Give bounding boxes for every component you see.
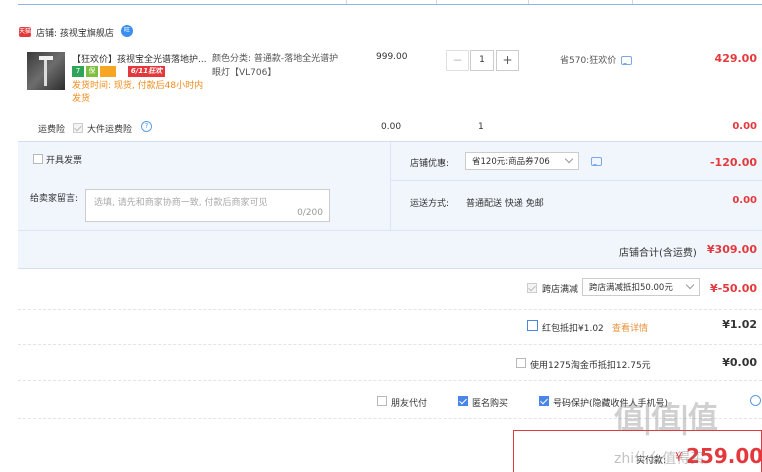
message-counter: 0/200 (297, 208, 323, 218)
coupon-chat-icon[interactable] (591, 157, 602, 166)
product-thumbnail[interactable] (27, 52, 65, 90)
invoice-checkbox[interactable] (33, 154, 43, 164)
plus-button[interactable]: + (496, 50, 519, 71)
coupon-select[interactable]: 省120元:商品券706 (465, 152, 579, 170)
delivery-label: 运送方式: (410, 199, 450, 209)
cross-shop-select[interactable]: 跨店满减抵扣50.00元 (582, 278, 700, 296)
cross-shop-amount: ¥-50.00 (709, 282, 757, 295)
anonymous-label: 匿名购买 (472, 399, 509, 409)
unit-price: 999.00 (376, 52, 408, 62)
number-protect-help-icon[interactable] (750, 395, 761, 406)
panel-divider-bottom (18, 230, 762, 231)
taojinbi-amount: ¥0.00 (722, 356, 757, 369)
insurance-total: 0.00 (732, 121, 757, 132)
quantity-stepper[interactable]: − 1 + (446, 50, 519, 71)
help-icon[interactable]: ? (141, 121, 152, 132)
lamp-head-icon (39, 56, 53, 60)
product-title[interactable]: 【狂欢价】孩视宝全光谱落地护... (72, 52, 208, 65)
insurance-label: 运费险 (38, 125, 66, 135)
tmall-badge: 天猫 (19, 27, 32, 37)
red-packet-checkbox[interactable] (527, 320, 538, 331)
shop-total-amount: ¥309.00 (706, 243, 757, 256)
message-label: 给卖家留言: (30, 194, 79, 204)
anonymous-checkbox[interactable] (458, 396, 468, 406)
shop-name[interactable]: 店铺: 孩视宝旗舰店 (36, 26, 114, 39)
chat-icon[interactable] (621, 56, 632, 65)
row-divider (18, 380, 762, 381)
watermark-site: zhi什么值得买 (614, 451, 705, 467)
panel-divider-horizontal (390, 180, 762, 181)
watermark-logo: 值|值|值 (614, 401, 718, 436)
item-subtotal: 429.00 (714, 52, 757, 65)
panel-divider-vertical (390, 142, 391, 230)
chevron-down-icon (685, 280, 695, 290)
tag-7-icon: 7 (72, 66, 84, 77)
coupon-amount: -120.00 (709, 156, 757, 169)
insurance-option: 大件运费险 (87, 125, 133, 135)
header-col-line (528, 0, 529, 4)
red-packet-label: 红包抵扣¥1.02 (542, 324, 604, 334)
delivery-value: 普通配送 快递 免邮 (466, 199, 544, 209)
shipping-note: 发货时间: 现货, 付款后48小时内发货 (72, 81, 204, 104)
lamp-icon (44, 58, 47, 86)
row-divider (18, 309, 762, 310)
number-protect-checkbox[interactable] (539, 396, 549, 406)
taojinbi-checkbox[interactable] (516, 358, 526, 368)
quantity-input[interactable]: 1 (470, 50, 494, 71)
discount-note: 省570:狂欢价 (560, 56, 617, 66)
shop-total-label: 店铺合计(含运费) (619, 248, 697, 259)
taojinbi-label: 使用1275淘金币抵扣12.75元 (530, 361, 651, 371)
tag-guarantee-icon: 保 (86, 66, 98, 77)
friend-pay-label: 朋友代付 (391, 399, 428, 409)
tag-card-icon (100, 66, 116, 77)
product-spec: 颜色分类: 普通款-落地全光谱护眼灯【VL706】 (212, 54, 339, 78)
delivery-amount: 0.00 (732, 195, 757, 206)
red-packet-amount: ¥1.02 (722, 318, 757, 331)
cross-shop-label: 跨店满减 (542, 285, 579, 295)
row-divider (18, 344, 762, 345)
header-col-line (632, 0, 633, 4)
message-placeholder: 选填, 请先和商家协商一致, 付款后商家可见 (94, 198, 268, 208)
invoice-label: 开具发票 (46, 156, 83, 166)
friend-pay-checkbox[interactable] (377, 396, 387, 406)
coupon-label: 店铺优惠: (410, 159, 450, 169)
message-textarea[interactable]: 选填, 请先和商家协商一致, 付款后商家可见 0/200 (85, 189, 330, 222)
red-packet-link[interactable]: 查看详情 (612, 321, 648, 334)
insurance-checkbox[interactable] (73, 123, 83, 133)
cross-shop-checkbox[interactable] (527, 283, 537, 293)
header-col-line (436, 0, 437, 4)
wangwang-icon[interactable]: 旺 (121, 25, 133, 37)
header-col-line (346, 0, 347, 4)
insurance-qty: 1 (478, 122, 484, 132)
promo-tag: 6/11狂欢 (128, 66, 165, 77)
insurance-price: 0.00 (381, 122, 402, 132)
header-divider (18, 0, 762, 5)
chevron-down-icon (564, 154, 574, 164)
minus-button[interactable]: − (446, 50, 469, 71)
